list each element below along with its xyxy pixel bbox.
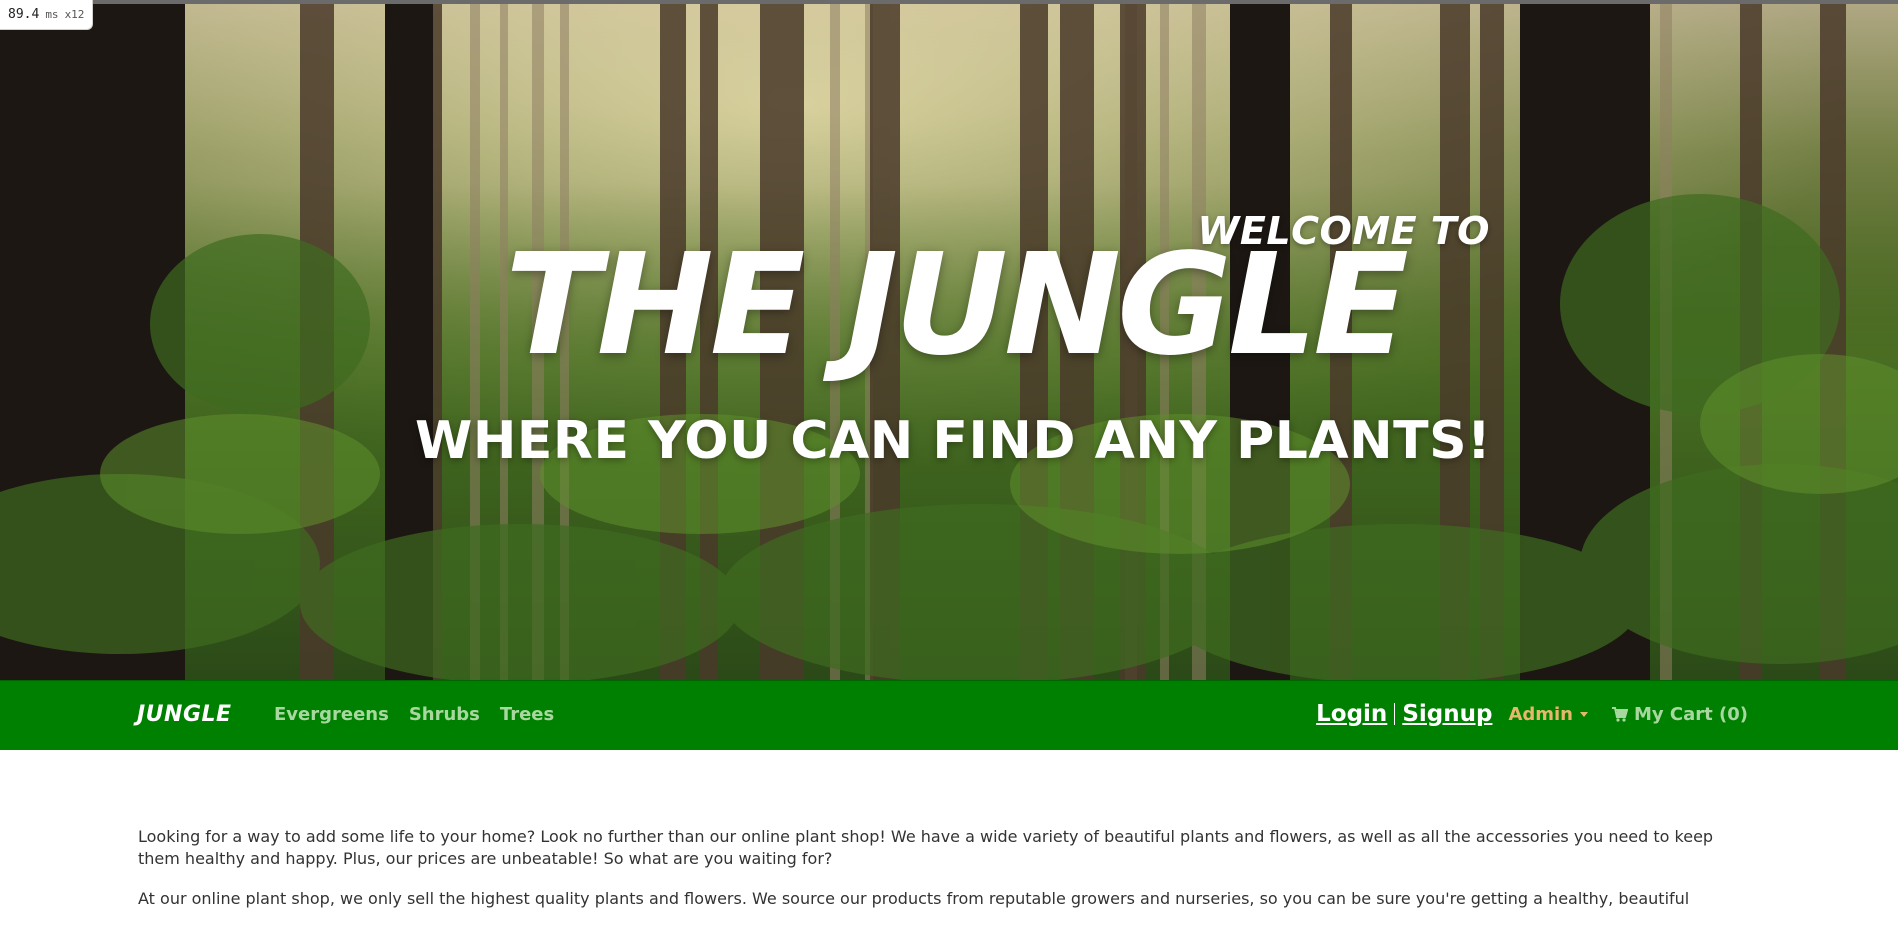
category-nav: Evergreens Shrubs Trees [274, 704, 554, 725]
auth-divider [1394, 703, 1396, 725]
performance-badge: 89.4 ms x12 [0, 0, 94, 30]
cart-label: My Cart (0) [1634, 703, 1748, 725]
perf-unit: ms [45, 8, 59, 21]
perf-multiplier: x12 [64, 8, 85, 21]
caret-down-icon [1580, 711, 1588, 717]
intro-content: Looking for a way to add some life to yo… [138, 826, 1750, 928]
brand-logo[interactable]: JUNGLE [137, 702, 232, 727]
login-link[interactable]: Login [1316, 701, 1387, 727]
quality-paragraph: At our online plant shop, we only sell t… [138, 889, 1690, 908]
admin-label: Admin [1508, 703, 1573, 725]
admin-dropdown[interactable]: Admin [1508, 704, 1588, 725]
nav-link-trees[interactable]: Trees [500, 704, 554, 725]
signup-link[interactable]: Signup [1402, 701, 1492, 727]
hero-tagline: WHERE YOU CAN FIND ANY PLANTS! [415, 411, 1492, 471]
shopping-cart-icon [1612, 706, 1628, 722]
cart-link[interactable]: My Cart (0) [1612, 704, 1748, 725]
user-nav: Login Signup Admin My Cart (0) [1316, 701, 1748, 727]
nav-link-shrubs[interactable]: Shrubs [409, 704, 480, 725]
intro-paragraph: Looking for a way to add some life to yo… [138, 827, 1714, 868]
perf-value: 89.4 [8, 7, 40, 22]
hero-title: THE JUNGLE [505, 224, 1409, 387]
nav-link-evergreens[interactable]: Evergreens [274, 704, 389, 725]
main-navbar: JUNGLE Evergreens Shrubs Trees Login Sig… [0, 680, 1898, 750]
hero-text-block: WELCOME TO THE JUNGLE WHERE YOU CAN FIND… [0, 4, 1898, 680]
hero-banner: WELCOME TO THE JUNGLE WHERE YOU CAN FIND… [0, 4, 1898, 680]
